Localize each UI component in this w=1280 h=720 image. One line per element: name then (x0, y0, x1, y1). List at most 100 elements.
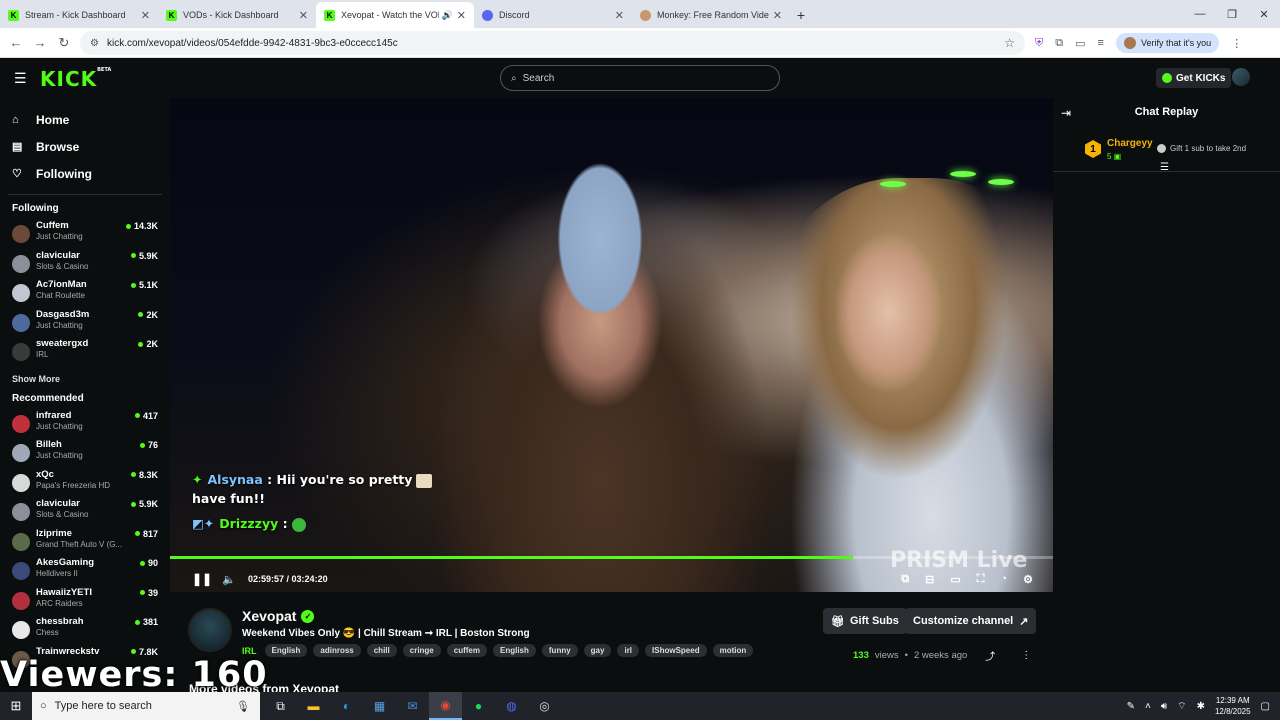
fullscreen-icon[interactable]: ⛶ (977, 573, 985, 586)
sidebar-channel-item[interactable]: Cuffem Just Chatting 14.3K (0, 219, 170, 249)
more-options-icon[interactable]: ⋮ (1021, 650, 1031, 661)
reload-icon[interactable]: ↻ (52, 35, 76, 51)
nav-following[interactable]: ♡ Following (0, 160, 170, 187)
video-player[interactable]: ✦ Alsynaa : Hii you're so prettyhave fun!… (170, 98, 1053, 592)
search-input[interactable]: ⌕ Search (500, 65, 780, 91)
speaker-icon[interactable]: 🔊 (442, 10, 453, 21)
expand-icon[interactable]: ☰ (1160, 162, 1169, 173)
tag-chip[interactable]: funny (541, 644, 578, 657)
bluetooth-icon[interactable]: ✱ (1197, 701, 1205, 712)
browser-tab-2[interactable]: K Xevopat - Watch the VOD o 🔊 ✕ (316, 2, 474, 28)
forward-icon[interactable]: → (28, 35, 52, 50)
shield-extension-icon[interactable]: ⛨ (1035, 37, 1043, 50)
browser-tab-0[interactable]: K Stream - Kick Dashboard ✕ (0, 2, 158, 28)
category-link[interactable]: IRL (242, 646, 257, 656)
mail-icon[interactable]: ✉ (396, 692, 429, 720)
tag-chip[interactable]: motion (712, 644, 754, 657)
get-kicks-button[interactable]: Get KICKs (1156, 68, 1232, 88)
tag-chip[interactable]: cuffem (446, 644, 487, 657)
gift-cta[interactable]: Gift 1 sub to take 2nd (1157, 144, 1246, 153)
user-avatar[interactable] (1232, 68, 1250, 86)
volume-icon[interactable]: 🔈 (222, 573, 236, 586)
notification-icon[interactable]: ▢ (1261, 701, 1270, 712)
channel-avatar[interactable] (188, 608, 232, 652)
gift-subs-button[interactable]: 🎁︎ Gift Subs (823, 608, 907, 634)
new-tab-button[interactable]: + (790, 2, 812, 28)
clock[interactable]: 12:39 AM 12/8/2025 (1215, 695, 1251, 717)
browser-tab-3[interactable]: Discord ✕ (474, 2, 632, 28)
chrome-icon[interactable]: ◉ (429, 692, 462, 720)
tag-chip[interactable]: chill (366, 644, 397, 657)
sidebar-channel-item[interactable]: clavicular Slots & Casino 5.9K (0, 497, 170, 527)
show-more-button[interactable]: Show More (0, 367, 170, 391)
sidebar-channel-item[interactable]: Dasgasd3m Just Chatting 2K (0, 308, 170, 338)
taskbar-search[interactable]: ○ Type here to search 🎙︎ (32, 692, 260, 720)
tag-chip[interactable]: cringe (402, 644, 441, 657)
sidebar-channel-item[interactable]: AkesGaming Helldivers II 90 (0, 556, 170, 586)
menu-dots-icon[interactable]: ⋮ (1231, 37, 1242, 50)
sidebar-channel-item[interactable]: infrared Just Chatting 417 (0, 409, 170, 439)
media-icon[interactable]: ≡ (1098, 37, 1104, 49)
volume-tray-icon[interactable]: 🔊︎ (1161, 701, 1167, 712)
progress-bar[interactable] (170, 556, 1053, 559)
chevron-up-icon[interactable]: ˄ (1145, 701, 1151, 712)
tag-chip[interactable]: gay (583, 644, 612, 657)
tab-close-icon[interactable]: ✕ (773, 9, 782, 22)
settings-gear-icon[interactable]: ⚙ (1023, 573, 1033, 586)
store-icon[interactable]: ▦ (363, 692, 396, 720)
tab-close-icon[interactable]: ✕ (141, 9, 150, 22)
nav-browse[interactable]: ▤ Browse (0, 133, 170, 160)
mic-icon[interactable]: 🎙︎ (236, 700, 250, 713)
puzzle-icon[interactable]: ⧉ (1055, 37, 1063, 50)
discord-app-icon[interactable]: ◍ (495, 692, 528, 720)
kick-logo[interactable]: KICKBETA (40, 67, 111, 91)
gifter-name[interactable]: Chargeyy (1107, 138, 1153, 149)
sidebar-channel-item[interactable]: chessbrah Chess 381 (0, 615, 170, 645)
tag-chip[interactable]: English (264, 644, 308, 657)
tag-chip[interactable]: English (493, 644, 536, 657)
url-field[interactable]: ⚙ kick.com/xevopat/videos/054efdde-9942-… (80, 31, 1025, 55)
pen-icon[interactable]: ✎ (1127, 701, 1135, 712)
tag-chip[interactable]: irl (617, 644, 640, 657)
tag-chip[interactable]: IShowSpeed (645, 644, 707, 657)
sidebar-channel-item[interactable]: Ac7ionMan Chat Roulette 5.1K (0, 278, 170, 308)
share-icon[interactable]: ⤴ (985, 648, 995, 663)
file-explorer-icon[interactable]: ▬ (297, 692, 330, 720)
sidebar-channel-item[interactable]: sweatergxd IRL 2K (0, 337, 170, 367)
miniplayer-icon[interactable]: ⧉ (901, 573, 909, 586)
tag-chip[interactable]: adinross (313, 644, 361, 657)
task-view-icon[interactable]: ⧉ (264, 692, 297, 720)
tab-close-icon[interactable]: ✕ (457, 9, 466, 22)
site-info-icon[interactable]: ⚙ (90, 38, 99, 49)
windows-start-icon[interactable]: ⊞ (0, 698, 32, 714)
sidebar-channel-item[interactable]: lziprime Grand Theft Auto V (G... 817 (0, 527, 170, 557)
sidebar-channel-item[interactable]: HawaiizYETI ARC Raiders 39 (0, 586, 170, 616)
sidebar-channel-item[interactable]: clavicular Slots & Casino 5.9K (0, 249, 170, 279)
back-icon[interactable]: ← (4, 35, 28, 50)
theater-icon[interactable]: ▭ (950, 573, 960, 586)
close-window-icon[interactable]: ✕ (1248, 0, 1280, 28)
clip-icon[interactable]: ⊟ (925, 573, 934, 586)
sidebar-channel-item[interactable]: Billeh Just Chatting 76 (0, 438, 170, 468)
obs-icon[interactable]: ◎ (528, 692, 561, 720)
channel-name[interactable]: Xevopat ✓ (242, 608, 315, 624)
minimize-icon[interactable]: — (1184, 0, 1216, 28)
speed-icon[interactable]: ◔ (1000, 573, 1007, 586)
nav-home[interactable]: ⌂ Home (0, 106, 170, 133)
clock-date: 12/8/2025 (1214, 707, 1251, 716)
hamburger-menu-icon[interactable]: ☰ (14, 70, 27, 87)
sidebar-channel-item[interactable]: xQc Papa's Freezeria HD 8.3K (0, 468, 170, 498)
tab-close-icon[interactable]: ✕ (299, 9, 308, 22)
browser-tab-4[interactable]: Monkey: Free Random Video C ✕ (632, 2, 790, 28)
spotify-icon[interactable]: ● (462, 692, 495, 720)
pause-icon[interactable]: ❚❚ (192, 572, 212, 586)
browser-tab-1[interactable]: K VODs - Kick Dashboard ✕ (158, 2, 316, 28)
bookmark-star-icon[interactable]: ☆ (1004, 36, 1015, 50)
tab-close-icon[interactable]: ✕ (615, 9, 624, 22)
customize-channel-button[interactable]: Customize channel ↗ (905, 608, 1037, 634)
network-icon[interactable]: ⌔ (1177, 700, 1186, 713)
edge-icon[interactable]: ◐ (330, 692, 363, 720)
profile-verify-button[interactable]: Verify that it's you (1115, 33, 1220, 53)
cast-icon[interactable]: ▭ (1075, 37, 1085, 50)
restore-icon[interactable]: ❐ (1216, 0, 1248, 28)
